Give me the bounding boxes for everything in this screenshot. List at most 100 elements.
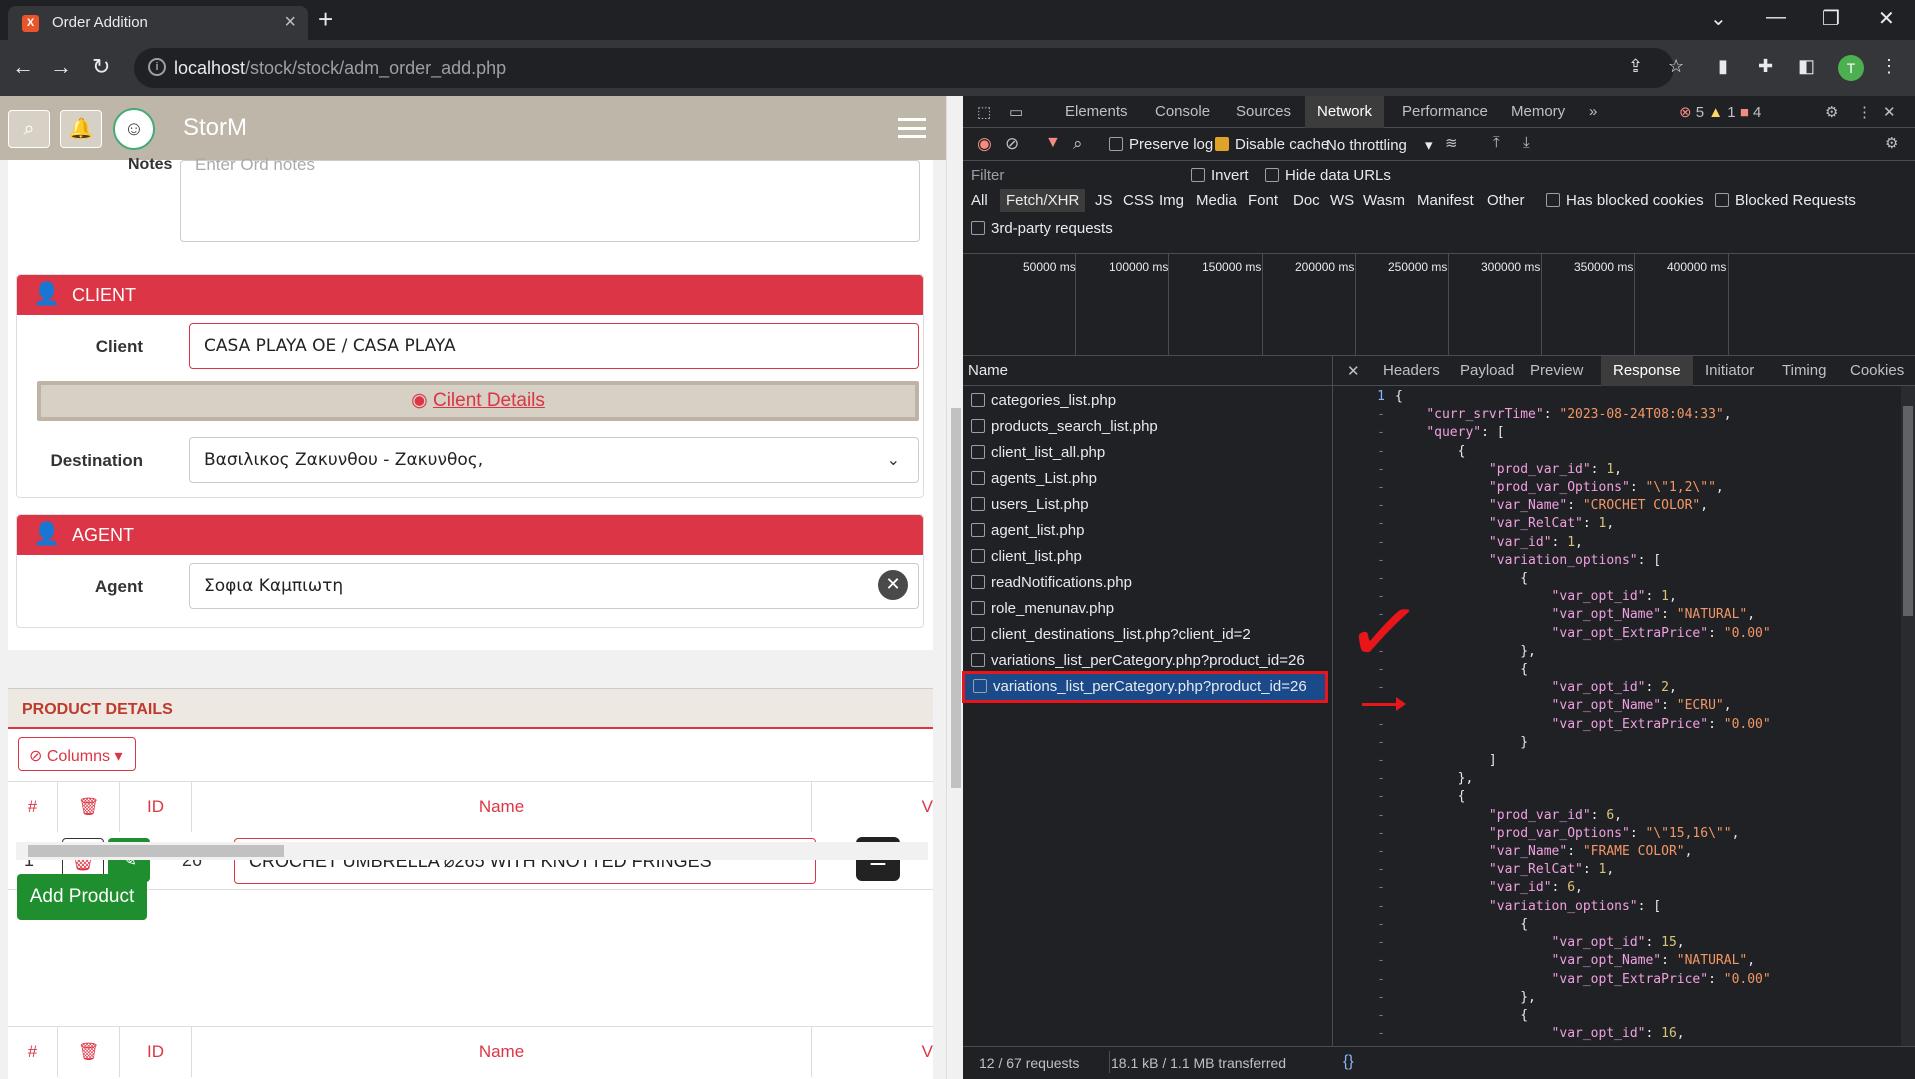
scroll-thumb[interactable] <box>1903 406 1913 616</box>
scroll-thumb[interactable] <box>951 408 961 788</box>
type-filter-all[interactable]: All <box>971 192 988 209</box>
request-row[interactable]: readNotifications.php <box>963 570 1333 596</box>
client-details-button[interactable]: ◉ Cilent Details <box>37 381 919 421</box>
search-icon[interactable]: ⌕ <box>1073 134 1083 154</box>
type-filter-manifest[interactable]: Manifest <box>1417 192 1474 209</box>
clear-icon[interactable]: ✕ <box>878 570 908 600</box>
agent-input[interactable]: Σοφια Καμπιωτη ✕ <box>189 563 919 609</box>
download-icon[interactable]: ⤓ <box>1523 134 1530 151</box>
profile-avatar[interactable]: T <box>1838 55 1864 81</box>
blocked-requests-checkbox[interactable]: Blocked Requests <box>1715 192 1856 209</box>
filter-icon[interactable]: ▼ <box>1045 134 1061 152</box>
tab-response[interactable]: Response <box>1601 356 1693 386</box>
site-info-icon[interactable]: i <box>148 58 166 76</box>
request-row[interactable]: categories_list.php <box>963 388 1333 414</box>
record-stop-icon[interactable]: ◉ <box>977 134 992 154</box>
notes-textarea[interactable]: Enter Ord notes <box>180 155 920 242</box>
puzzle-icon[interactable]: ✚ <box>1758 56 1773 77</box>
add-product-button[interactable]: Add Product <box>17 874 147 920</box>
address-bar[interactable]: i localhost/stock/stock/adm_order_add.ph… <box>134 48 1674 88</box>
tab-initiator[interactable]: Initiator <box>1705 362 1754 379</box>
request-row[interactable]: users_List.php <box>963 492 1333 518</box>
browser-tab[interactable]: X Order Addition × <box>8 6 308 40</box>
type-filter-doc[interactable]: Doc <box>1293 192 1320 209</box>
menu-kebab-icon[interactable]: ⋮ <box>1880 56 1898 77</box>
request-row[interactable]: products_search_list.php <box>963 414 1333 440</box>
restore-icon[interactable]: ❐ <box>1822 6 1840 31</box>
reload-icon[interactable]: ↻ <box>92 54 110 80</box>
type-filter-css[interactable]: CSS <box>1123 192 1154 209</box>
close-tab-icon[interactable]: × <box>284 11 296 34</box>
type-filter-img[interactable]: Img <box>1159 192 1184 209</box>
response-body[interactable]: 1----------------------------------- { "… <box>1333 386 1893 1046</box>
tab-console[interactable]: Console <box>1155 103 1210 120</box>
scroll-thumb[interactable] <box>28 845 284 857</box>
table-horizontal-scrollbar[interactable] <box>16 842 928 860</box>
request-row[interactable]: client_destinations_list.php?client_id=2 <box>963 622 1333 648</box>
tab-cookies[interactable]: Cookies <box>1850 362 1904 379</box>
tab-memory[interactable]: Memory <box>1511 103 1565 120</box>
settings-gear-icon[interactable]: ⚙ <box>1825 103 1838 121</box>
throttling-select[interactable]: No throttling ▾ <box>1326 136 1433 154</box>
request-row[interactable]: role_menunav.php <box>963 596 1333 622</box>
request-row[interactable]: client_list.php <box>963 544 1333 570</box>
client-input[interactable]: CASA PLAYA OE / CASA PLAYA <box>189 323 919 369</box>
request-row-selected[interactable]: variations_list_perCategory.php?product_… <box>962 671 1328 703</box>
type-filter-js[interactable]: JS <box>1095 192 1113 209</box>
destination-select[interactable]: Βασιλικος Ζακυνθου - Ζακυνθος, ⌄ <box>189 437 919 483</box>
response-scrollbar[interactable] <box>1901 386 1915 1046</box>
close-devtools-icon[interactable]: ✕ <box>1883 103 1896 121</box>
inspect-icon[interactable]: ⬚ <box>977 103 991 121</box>
type-filter-font[interactable]: Font <box>1248 192 1278 209</box>
share-icon[interactable]: ⇪ <box>1628 56 1643 77</box>
product-details-header[interactable]: PRODUCT DETAILS <box>8 689 933 729</box>
device-toggle-icon[interactable]: ▭ <box>1009 103 1023 121</box>
tab-preview[interactable]: Preview <box>1530 362 1583 379</box>
forward-icon[interactable]: → <box>50 54 72 80</box>
network-timeline[interactable]: 50000 ms 100000 ms 150000 ms 200000 ms 2… <box>963 254 1915 356</box>
more-tabs-icon[interactable]: » <box>1589 103 1597 120</box>
type-filter-wasm[interactable]: Wasm <box>1363 192 1405 209</box>
tab-headers[interactable]: Headers <box>1383 362 1440 379</box>
type-filter-fetch-xhr[interactable]: Fetch/XHR <box>1000 189 1086 212</box>
network-settings-icon[interactable]: ⚙ <box>1885 134 1898 152</box>
new-tab-icon[interactable]: + <box>318 4 333 35</box>
tab-payload[interactable]: Payload <box>1460 362 1514 379</box>
clear-icon[interactable]: ⊘ <box>1005 134 1019 154</box>
issue-counters[interactable]: ⊗ 5 ▲ 1 ■ 4 <box>1679 103 1761 121</box>
request-row[interactable]: client_list_all.php <box>963 440 1333 466</box>
minimize-icon[interactable]: — <box>1766 6 1786 29</box>
tab-network[interactable]: Network <box>1305 96 1385 128</box>
name-column-header[interactable]: Name <box>963 356 1332 386</box>
preserve-log-checkbox[interactable]: Preserve log <box>1109 136 1213 153</box>
wifi-icon[interactable]: ≋ <box>1445 134 1458 152</box>
columns-button[interactable]: ⊘ Columns ▾ <box>18 737 136 771</box>
request-row[interactable]: agents_List.php <box>963 466 1333 492</box>
bell-icon[interactable]: 🔔 <box>60 110 102 148</box>
page-vertical-scrollbar[interactable] <box>946 96 963 1079</box>
bookmark-star-icon[interactable]: ☆ <box>1668 56 1684 77</box>
devtools-menu-icon[interactable]: ⋮ <box>1857 103 1872 121</box>
tab-elements[interactable]: Elements <box>1065 103 1128 120</box>
request-row[interactable]: variations_list_perCategory.php?product_… <box>963 648 1333 674</box>
invert-checkbox[interactable]: Invert <box>1191 167 1249 184</box>
tab-performance[interactable]: Performance <box>1402 103 1488 120</box>
sidebar-icon[interactable]: ◧ <box>1798 56 1815 77</box>
binoculars-icon[interactable]: ⌕ <box>8 110 50 148</box>
type-filter-media[interactable]: Media <box>1196 192 1237 209</box>
tab-search-icon[interactable]: ⌄ <box>1710 6 1727 31</box>
hamburger-menu-icon[interactable] <box>898 118 926 138</box>
has-blocked-cookies-checkbox[interactable]: Has blocked cookies <box>1546 192 1704 209</box>
tab-timing[interactable]: Timing <box>1782 362 1826 379</box>
tab-sources[interactable]: Sources <box>1236 103 1291 120</box>
extension-icon[interactable]: ▮ <box>1718 56 1728 77</box>
type-filter-other[interactable]: Other <box>1487 192 1525 209</box>
type-filter-ws[interactable]: WS <box>1330 192 1354 209</box>
back-icon[interactable]: ← <box>12 54 34 80</box>
close-panel-icon[interactable]: ✕ <box>1347 362 1360 380</box>
hide-data-urls-checkbox[interactable]: Hide data URLs <box>1265 167 1391 184</box>
upload-icon[interactable]: ⤒ <box>1493 134 1500 151</box>
pretty-print-icon[interactable]: {} <box>1343 1053 1354 1071</box>
filter-input[interactable]: Filter <box>971 167 1171 184</box>
disable-cache-checkbox[interactable]: Disable cache <box>1215 136 1329 153</box>
